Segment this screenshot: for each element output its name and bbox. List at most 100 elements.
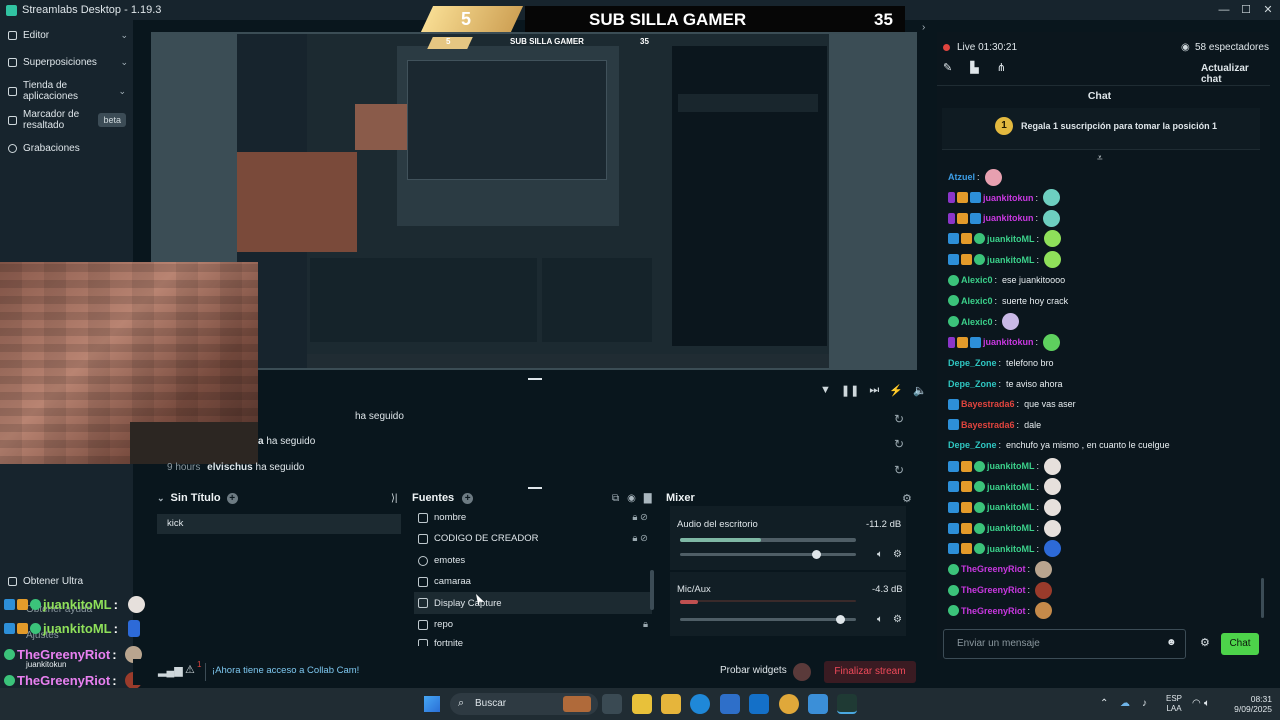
mic-icon[interactable]: ♪ <box>1142 698 1147 709</box>
chat-username[interactable]: Bayestrada6 <box>961 399 1015 409</box>
chevron-up-icon[interactable]: ⌃ <box>1100 698 1108 709</box>
mute-alerts-icon[interactable]: ⚡ <box>889 384 903 397</box>
volume-slider[interactable] <box>680 550 856 559</box>
gear-icon[interactable]: ⚙ <box>902 492 912 505</box>
start-icon[interactable] <box>424 696 440 712</box>
test-widgets-toggle[interactable] <box>793 663 811 681</box>
share-icon[interactable]: ⋔ <box>997 61 1006 74</box>
scene-item[interactable]: kick <box>157 514 401 534</box>
lock-icon[interactable]: 🔒︎ ⊘ <box>632 512 648 523</box>
refresh-chat-button[interactable]: Actualizar chat <box>1201 63 1270 85</box>
add-source-icon[interactable]: + <box>462 492 474 504</box>
chat-username[interactable]: TheGreenyRiot <box>961 606 1026 616</box>
chat-username[interactable]: Depe_Zone <box>948 358 997 368</box>
filter-source-icon[interactable]: ⧉ <box>612 493 619 504</box>
chat-username[interactable]: Alexic0 <box>961 275 993 285</box>
source-item[interactable]: emotes <box>418 555 648 566</box>
chat-send-button[interactable]: Chat <box>1221 633 1259 655</box>
chat-username[interactable]: Depe_Zone <box>948 440 997 450</box>
gear-icon[interactable]: ⚙ <box>893 614 902 625</box>
edge-icon[interactable] <box>690 694 710 714</box>
chat-username[interactable]: Atzuel <box>948 172 975 182</box>
resize-handle[interactable] <box>528 487 542 489</box>
gift-sub-banner[interactable]: 1 Regala 1 suscripción para tomar la pos… <box>942 108 1260 150</box>
chat-username[interactable]: TheGreenyRiot <box>961 585 1026 595</box>
volume-knob[interactable] <box>836 615 846 624</box>
chat-username[interactable]: juankitoML <box>987 523 1035 533</box>
chat-scrollbar[interactable] <box>1261 578 1264 618</box>
cloud-icon[interactable]: ☁ <box>1120 698 1130 709</box>
chat-username[interactable]: Bayestrada6 <box>961 420 1015 430</box>
chrome-icon[interactable] <box>779 694 799 714</box>
chat-username[interactable]: juankitoML <box>987 461 1035 471</box>
sidebar-item-get-ultra[interactable]: Obtener Ultra <box>8 576 128 587</box>
close-button[interactable]: ✕ <box>1258 2 1278 18</box>
copilot-icon[interactable] <box>632 694 652 714</box>
eye-icon[interactable]: ◉ <box>627 493 636 504</box>
speaker-icon[interactable]: 🔈︎ <box>877 614 883 625</box>
lock-icon[interactable]: 🔒︎ ⊘ <box>632 533 648 544</box>
skip-icon[interactable]: ⏭ <box>869 384 879 397</box>
chat-input[interactable]: Enviar un mensaje ☻ <box>943 629 1186 659</box>
chevron-down-icon[interactable]: ⌄ <box>157 493 165 504</box>
sidebar-item-app-store[interactable]: Tienda de aplicaciones ⌄ <box>8 80 126 102</box>
volume-slider[interactable] <box>680 615 856 624</box>
chat-username[interactable]: Alexic0 <box>961 296 993 306</box>
chat-settings-icon[interactable]: ⚙ <box>1200 636 1210 649</box>
source-item[interactable]: CODIGO DE CREADOR 🔒︎ ⊘ <box>418 533 648 544</box>
app-icon[interactable] <box>808 694 828 714</box>
sources-scrollbar[interactable] <box>650 570 654 610</box>
split-view-icon[interactable]: ⟩| <box>391 493 398 504</box>
file-explorer-icon[interactable] <box>661 694 681 714</box>
end-stream-button[interactable]: Finalizar stream <box>824 661 916 683</box>
source-item-selected[interactable]: Display Capture <box>414 592 652 614</box>
pause-icon[interactable]: ❚❚ <box>841 384 859 397</box>
emoji-icon[interactable]: ☻ <box>1166 637 1177 648</box>
wifi-icon[interactable]: ◠ <box>1192 698 1201 709</box>
chat-username[interactable]: Alexic0 <box>961 317 993 327</box>
chat-username[interactable]: juankitoML <box>987 544 1035 554</box>
store-icon[interactable] <box>720 694 740 714</box>
streamlabs-taskbar-icon[interactable] <box>837 694 857 714</box>
chat-username[interactable]: juankitokun <box>983 213 1034 223</box>
chat-username[interactable]: juankitoML <box>987 255 1035 265</box>
filter-icon[interactable]: ▼ <box>820 384 831 397</box>
chat-username[interactable]: juankitoML <box>987 482 1035 492</box>
chat-username[interactable]: TheGreenyRiot <box>961 564 1026 574</box>
resize-handle[interactable] <box>528 378 542 380</box>
chat-username[interactable]: juankitokun <box>983 337 1034 347</box>
volume-knob[interactable] <box>811 550 821 559</box>
clipboard-icon[interactable]: ▙ <box>970 61 978 74</box>
sidebar-item-editor[interactable]: Editor ⌄ <box>8 30 128 41</box>
minimize-button[interactable]: — <box>1214 2 1234 18</box>
sidebar-item-recordings[interactable]: Grabaciones <box>8 143 128 154</box>
language-indicator[interactable]: ESP LAA <box>1166 694 1182 714</box>
maximize-button[interactable]: ☐ <box>1236 2 1256 18</box>
clock[interactable]: 08:31 9/09/2025 <box>1220 694 1272 714</box>
stats-icon[interactable]: ▂▄▆ <box>158 664 183 677</box>
add-scene-icon[interactable]: + <box>226 492 238 504</box>
replay-icon[interactable]: ↻ <box>894 437 904 451</box>
sidebar-item-overlays[interactable]: Superposiciones ⌄ <box>8 57 128 68</box>
collapse-chat-icon[interactable]: › <box>922 22 925 33</box>
chat-username[interactable]: juankitokun <box>983 193 1034 203</box>
folder-icon[interactable]: ▇ <box>644 493 652 504</box>
scene-collection-title[interactable]: Sin Título <box>171 492 221 504</box>
chat-username[interactable]: Depe_Zone <box>948 379 997 389</box>
speaker-icon[interactable]: 🔈︎ <box>877 549 883 560</box>
lock-icon[interactable]: 🔒︎ <box>643 619 648 630</box>
source-item[interactable]: fortnite <box>418 638 648 646</box>
source-item[interactable]: repo 🔒︎ <box>418 619 648 630</box>
replay-icon[interactable]: ↻ <box>894 463 904 477</box>
volume-icon[interactable]: 🔈︎ <box>1204 698 1210 709</box>
collab-cam-notice[interactable]: ¡Ahora tiene acceso a Collab Cam! <box>205 663 359 681</box>
sidebar-item-highlighter[interactable]: Marcador de resaltado beta <box>8 109 126 131</box>
source-item[interactable]: nombre 🔒︎ ⊘ <box>418 512 648 523</box>
gear-icon[interactable]: ⚙ <box>893 549 902 560</box>
volume-icon[interactable]: 🔈 <box>913 384 927 397</box>
task-view-icon[interactable] <box>602 694 622 714</box>
alert-icon[interactable]: ⚠ <box>185 663 195 676</box>
edit-icon[interactable]: ✎ <box>943 61 952 74</box>
collapse-icon[interactable]: ⩡ <box>1097 153 1103 164</box>
source-item[interactable]: camaraa <box>418 576 648 587</box>
